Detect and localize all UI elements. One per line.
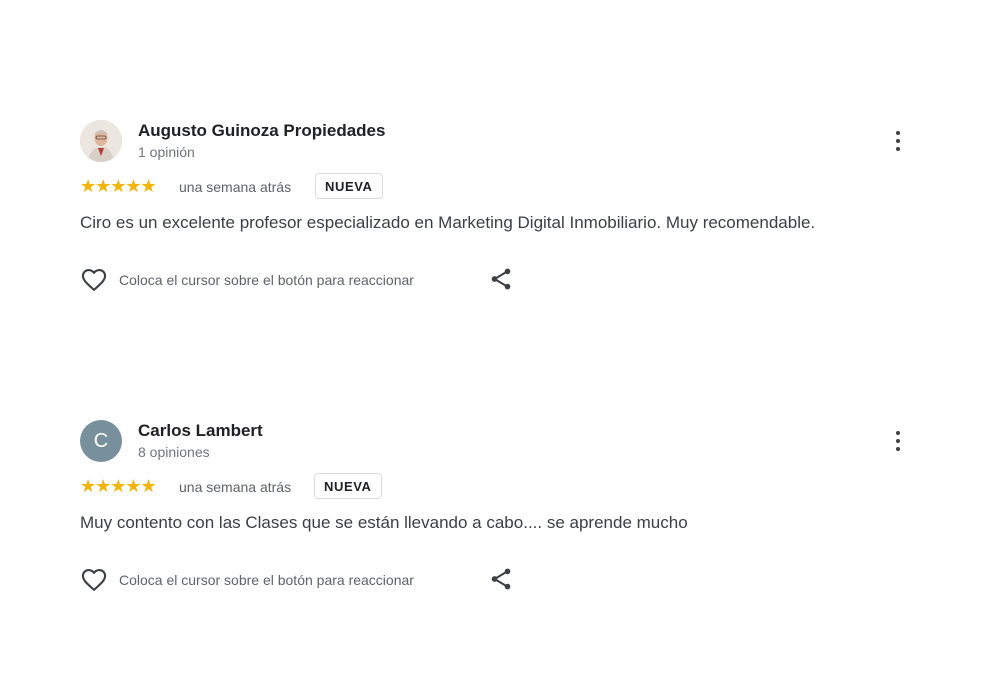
heart-outline-icon[interactable] — [80, 266, 108, 294]
heart-outline-icon[interactable] — [80, 566, 108, 594]
review-meta: ★★★★★ una semana atrás NUEVA — [80, 173, 920, 201]
more-vert-icon[interactable] — [888, 428, 908, 454]
review-actions: Coloca el cursor sobre el botón para rea… — [80, 565, 920, 595]
avatar[interactable]: C — [80, 420, 122, 462]
review-header: Augusto Guinoza Propiedades 1 opinión — [80, 120, 920, 164]
review-time: una semana atrás — [179, 479, 292, 495]
new-badge: NUEVA — [315, 173, 383, 199]
reviewer-review-count: 1 opinión — [138, 144, 195, 160]
review-text: Ciro es un excelente profesor especializ… — [80, 213, 816, 232]
reviewer-name[interactable]: Augusto Guinoza Propiedades — [138, 121, 385, 141]
review-time: una semana atrás — [179, 179, 292, 195]
star-rating: ★★★★★ — [80, 176, 157, 196]
more-vert-icon[interactable] — [888, 128, 908, 154]
review-meta: ★★★★★ una semana atrás NUEVA — [80, 473, 920, 501]
new-badge: NUEVA — [314, 473, 382, 499]
share-icon[interactable] — [488, 566, 514, 592]
star-rating: ★★★★★ — [80, 476, 157, 496]
reviewer-review-count: 8 opiniones — [138, 444, 210, 460]
react-hint: Coloca el cursor sobre el botón para rea… — [119, 272, 414, 288]
review-actions: Coloca el cursor sobre el botón para rea… — [80, 265, 920, 295]
reviews-page: Augusto Guinoza Propiedades 1 opinión ★★… — [0, 0, 1000, 700]
share-icon[interactable] — [488, 266, 514, 292]
avatar[interactable] — [80, 120, 122, 162]
reviewer-name[interactable]: Carlos Lambert — [138, 421, 263, 441]
review-card: Augusto Guinoza Propiedades 1 opinión ★★… — [80, 120, 920, 320]
avatar-photo — [80, 120, 122, 162]
react-hint: Coloca el cursor sobre el botón para rea… — [119, 572, 414, 588]
review-text: Muy contento con las Clases que se están… — [80, 513, 688, 532]
review-header: C Carlos Lambert 8 opiniones — [80, 420, 920, 464]
review-card: C Carlos Lambert 8 opiniones ★★★★★ una s… — [80, 420, 920, 620]
